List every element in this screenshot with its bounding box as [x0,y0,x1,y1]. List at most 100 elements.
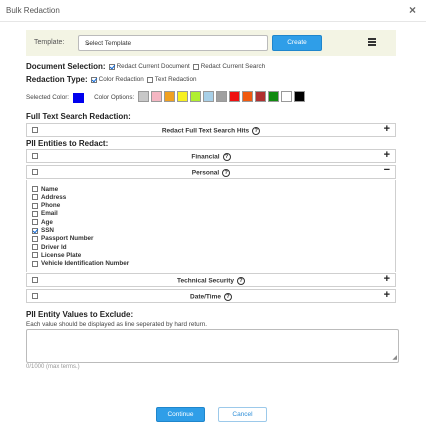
entity-item[interactable]: Address [32,193,66,201]
list-icon[interactable] [368,38,376,46]
template-bar: Template: Select Template ⌄ Create [26,30,396,56]
financial-title: Financial? [27,153,395,161]
entity-item[interactable]: Phone [32,202,60,210]
color-swatch[interactable] [151,91,163,102]
selected-color-swatch [73,92,85,103]
redact-current-search-label: Redact Current Search [200,63,266,70]
exclude-help-text: Each value should be displayed as line s… [26,321,207,328]
financial-panel[interactable]: Financial? + [26,149,396,163]
expand-plus-icon[interactable]: + [384,289,390,301]
info-icon[interactable]: ? [222,169,231,177]
entity-label: Name [41,185,59,193]
text-redaction-label: Text Redaction [154,76,197,83]
expand-plus-icon[interactable]: + [384,149,390,161]
document-selection-row: Document Selection: Redact Current Docum… [26,62,265,71]
resize-grip-icon[interactable]: ◢ [392,355,397,361]
color-redaction-checkbox[interactable] [90,76,97,83]
entity-item[interactable]: Email [32,210,58,218]
redaction-type-row: Redaction Type: Color Redaction Text Red… [26,75,196,84]
color-swatch[interactable] [255,91,267,102]
exclude-counter: 0/1000 (max terms.) [26,364,80,370]
template-label: Template: [34,39,65,46]
close-icon[interactable]: × [409,4,416,16]
entity-item[interactable]: Vehicle Identification Number [32,260,129,268]
entity-label: Age [41,218,53,226]
exclude-values-textarea[interactable]: ◢ [26,329,399,363]
entity-label: Driver Id [41,243,67,251]
color-swatch[interactable] [242,91,254,102]
color-swatch[interactable] [203,91,215,102]
color-swatch[interactable] [138,91,150,102]
dialog-titlebar: Bulk Redaction × [0,0,426,22]
entity-label: Phone [41,202,61,210]
text-redaction-checkbox[interactable] [146,76,153,83]
personal-panel[interactable]: Personal? − [26,164,396,179]
color-swatch[interactable] [281,91,293,102]
exclude-heading-row: PII Entity Values to Exclude: [26,310,133,319]
info-icon[interactable]: ? [236,277,245,285]
entity-checkbox[interactable] [32,244,38,251]
color-swatch[interactable] [268,91,280,102]
info-icon[interactable]: ? [223,293,232,301]
expand-plus-icon[interactable]: + [384,123,390,135]
create-button[interactable]: Create [272,35,322,51]
entity-checkbox[interactable] [32,227,38,234]
info-icon[interactable]: ? [222,153,231,161]
entity-item[interactable]: Passport Number [32,235,94,243]
collapse-minus-icon[interactable]: − [384,164,390,176]
entity-label: Vehicle Identification Number [41,260,130,268]
entity-label: Address [41,193,67,201]
chevron-down-icon: ⌄ [85,40,91,47]
entity-checkbox[interactable] [32,210,38,217]
color-swatch[interactable] [164,91,176,102]
full-text-search-title: Redact Full Text Search Hits? [27,127,395,135]
entity-item[interactable]: Driver Id [32,243,67,251]
technical-security-label: Technical Security [177,277,234,285]
entity-item[interactable]: Name [32,185,58,193]
entity-checkbox[interactable] [32,260,38,267]
color-swatch[interactable] [177,91,189,102]
entity-item[interactable]: SSN [32,227,54,235]
pii-heading-row: PII Entities to Redact: [26,139,108,148]
entity-item[interactable]: License Plate [32,251,81,259]
entity-label: Email [41,210,58,218]
entity-checkbox[interactable] [32,186,38,192]
color-swatch[interactable] [229,91,241,102]
entity-label: License Plate [41,251,82,259]
entity-checkbox[interactable] [32,202,38,209]
personal-entities-list: Name Address Phone Email Age SSN Passport Numb… [26,180,396,272]
color-swatch[interactable] [216,91,228,102]
cancel-button[interactable]: Cancel [218,407,267,422]
full-text-search-label: Redact Full Text Search Hits [161,127,250,135]
redact-current-search-checkbox[interactable] [192,63,199,70]
color-row: Selected Color: Color Options: [26,91,307,104]
color-swatch[interactable] [190,91,202,102]
full-text-heading-row: Full Text Search Redaction: [26,112,131,121]
color-redaction-label: Color Redaction [98,76,144,83]
color-options-label: Color Options: [94,94,135,101]
exclude-help-row: Each value should be displayed as line s… [26,321,207,328]
technical-security-title: Technical Security? [27,277,395,285]
entity-checkbox[interactable] [32,235,38,242]
color-options [138,91,307,104]
redact-current-document-checkbox[interactable] [108,63,115,70]
personal-title: Personal? [27,169,395,177]
pii-heading: PII Entities to Redact: [26,139,109,148]
full-text-search-panel[interactable]: Redact Full Text Search Hits? + [26,123,396,137]
entity-checkbox[interactable] [32,194,38,201]
datetime-label: Date/Time [190,293,221,301]
selected-color-label: Selected Color: [26,94,70,101]
document-selection-label: Document Selection: [26,62,106,71]
expand-plus-icon[interactable]: + [384,273,390,285]
datetime-panel[interactable]: Date/Time? + [26,289,396,303]
redaction-type-label: Redaction Type: [26,75,88,84]
template-select[interactable]: Select Template ⌄ [78,35,268,51]
entity-label: SSN [41,227,54,234]
info-icon[interactable]: ? [252,127,261,135]
technical-security-panel[interactable]: Technical Security? + [26,273,396,287]
color-swatch[interactable] [294,91,306,102]
entity-item[interactable]: Age [32,218,53,226]
entity-checkbox[interactable] [32,219,38,226]
entity-checkbox[interactable] [32,252,38,259]
continue-button[interactable]: Continue [156,407,205,422]
